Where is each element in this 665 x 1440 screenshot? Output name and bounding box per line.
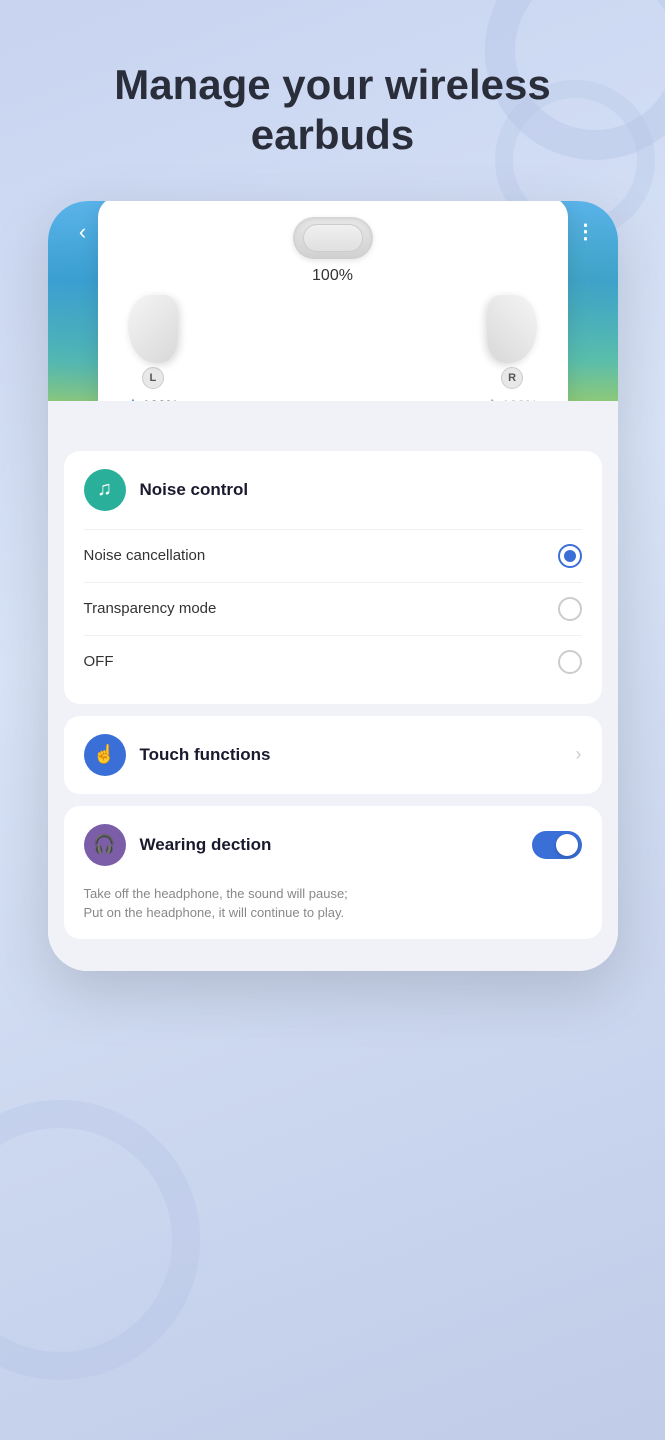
left-earbud-label: L (142, 367, 164, 389)
noise-options: Noise cancellation Transparency mode OFF (64, 529, 602, 704)
more-button[interactable]: ⋮ (575, 222, 597, 242)
touch-functions-chevron: › (576, 744, 582, 765)
left-bt-icon: ✱ (128, 397, 139, 401)
touch-functions-card[interactable]: ☝ Touch functions › (64, 716, 602, 794)
noise-control-title: Noise control (140, 480, 249, 500)
phone-header: ‹ MOVEAUDIO S600 ⋮ 100% L ✱ 100% (48, 201, 618, 401)
case-container (128, 217, 538, 259)
right-bt-icon: ✱ (487, 397, 498, 401)
wearing-detection-toggle[interactable] (532, 831, 582, 859)
touch-functions-title: Touch functions (140, 745, 271, 765)
touch-functions-header[interactable]: ☝ Touch functions › (64, 716, 602, 794)
noise-control-card: ♫ Noise control Noise cancellation Trans… (64, 451, 602, 704)
wearing-detection-card: 🎧 Wearing dection Take off the headphone… (64, 806, 602, 939)
toggle-knob (556, 834, 578, 856)
radio-transparency[interactable] (558, 597, 582, 621)
noise-control-header: ♫ Noise control (64, 451, 602, 529)
right-bt-row: ✱ 100% (487, 397, 538, 401)
case-percentage: 100% (128, 267, 538, 285)
noise-option-transparency[interactable]: Transparency mode (84, 582, 582, 635)
left-earbud-body (128, 295, 178, 363)
right-bt-percent: 100% (502, 397, 538, 401)
right-earbud-label: R (501, 367, 523, 389)
phone-frame: ‹ MOVEAUDIO S600 ⋮ 100% L ✱ 100% (48, 201, 618, 971)
case-inner (303, 224, 363, 252)
left-earbud-item: L ✱ 100% (128, 295, 179, 401)
earbuds-row: L ✱ 100% R ✱ 100% (128, 295, 538, 401)
noise-option-cancellation[interactable]: Noise cancellation (84, 529, 582, 582)
wearing-detection-icon: 🎧 (84, 824, 126, 866)
left-bt-row: ✱ 100% (128, 397, 179, 401)
radio-inner-cancellation (564, 550, 576, 562)
noise-control-icon: ♫ (84, 469, 126, 511)
noise-option-off[interactable]: OFF (84, 635, 582, 688)
wearing-detection-desc: Take off the headphone, the sound will p… (64, 884, 602, 939)
wearing-detection-title: Wearing dection (140, 835, 272, 855)
radio-cancellation[interactable] (558, 544, 582, 568)
back-button[interactable]: ‹ (68, 219, 98, 245)
page-title: Manage your wireless earbuds (114, 60, 551, 161)
touch-functions-icon: ☝ (84, 734, 126, 776)
touch-glyph: ☝ (93, 744, 115, 765)
wearing-detection-header: 🎧 Wearing dection (64, 806, 602, 884)
ear-glyph: 🎧 (93, 834, 115, 855)
sound-glyph: ♫ (97, 478, 112, 501)
left-bt-percent: 100% (142, 397, 178, 401)
earbuds-card: 100% L ✱ 100% R ✱ 100% (98, 201, 568, 401)
phone-content: ♫ Noise control Noise cancellation Trans… (48, 401, 618, 971)
radio-off[interactable] (558, 650, 582, 674)
deco-circle-bottom-left (0, 1100, 200, 1380)
right-earbud-item: R ✱ 100% (487, 295, 538, 401)
right-earbud-body (487, 295, 537, 363)
case-icon (293, 217, 373, 259)
